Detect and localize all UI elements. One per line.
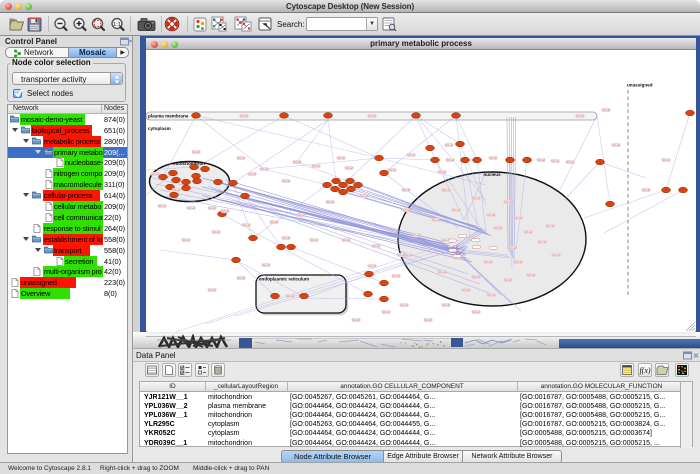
svg-text:Slc6 a8: Slc6 a8 — [286, 296, 294, 298]
svg-text:Slc6 a8: Slc6 a8 — [360, 196, 368, 198]
svg-text:Slc6 a8: Slc6 a8 — [282, 238, 290, 240]
svg-text:Slc6 a8: Slc6 a8 — [472, 312, 480, 314]
svg-text:Slc6 a8: Slc6 a8 — [552, 255, 560, 257]
svg-text:Slc6 a8: Slc6 a8 — [368, 116, 376, 118]
svg-text:Slc6 a8: Slc6 a8 — [612, 145, 620, 147]
svg-text:Slc6 a8: Slc6 a8 — [602, 110, 610, 112]
svg-text:Slc6 a8: Slc6 a8 — [262, 265, 270, 267]
svg-text:Slc6 a8: Slc6 a8 — [270, 222, 278, 224]
svg-text:Slc6 a8: Slc6 a8 — [237, 158, 245, 160]
svg-text:Slc6 a8: Slc6 a8 — [487, 215, 495, 217]
svg-text:Slc6 a8: Slc6 a8 — [158, 206, 166, 208]
svg-text:Slc6 a8: Slc6 a8 — [297, 215, 305, 217]
svg-text:Slc6 a8: Slc6 a8 — [282, 181, 290, 183]
svg-text:Slc6 a8: Slc6 a8 — [546, 226, 554, 228]
svg-text:Slc6 a8: Slc6 a8 — [221, 211, 229, 213]
svg-text:Slc6 a8: Slc6 a8 — [537, 160, 545, 162]
svg-text:Slc6 a8: Slc6 a8 — [504, 202, 512, 204]
svg-text:Slc6 a8: Slc6 a8 — [566, 162, 574, 164]
svg-text:Slc6 a8: Slc6 a8 — [372, 246, 380, 248]
svg-text:Slc6 a8: Slc6 a8 — [212, 232, 220, 234]
svg-text:Slc6 a8: Slc6 a8 — [248, 174, 256, 176]
svg-text:Slc6 a8: Slc6 a8 — [446, 160, 454, 162]
svg-text:Slc6 a8: Slc6 a8 — [452, 210, 460, 212]
svg-text:Slc6 a8: Slc6 a8 — [293, 162, 301, 164]
svg-text:Slc6 a8: Slc6 a8 — [312, 166, 320, 168]
svg-text:Slc6 a8: Slc6 a8 — [472, 277, 480, 279]
svg-text:Slc6 a8: Slc6 a8 — [489, 158, 497, 160]
svg-text:nucleus: nucleus — [483, 172, 501, 177]
svg-text:Slc6 a8: Slc6 a8 — [368, 266, 376, 268]
svg-text:Slc6 a8: Slc6 a8 — [504, 280, 512, 282]
svg-text:Slc6 a8: Slc6 a8 — [438, 172, 446, 174]
svg-text:Slc6 a8: Slc6 a8 — [192, 152, 200, 154]
svg-text:Slc6 a8: Slc6 a8 — [442, 305, 450, 307]
svg-text:Slc6 a8: Slc6 a8 — [662, 160, 670, 162]
svg-text:Slc6 a8: Slc6 a8 — [462, 290, 470, 292]
svg-text:Slc6 a8: Slc6 a8 — [527, 275, 535, 277]
svg-text:Slc6 a8: Slc6 a8 — [382, 312, 390, 314]
svg-text:Slc6 a8: Slc6 a8 — [151, 174, 159, 176]
svg-text:Slc6 a8: Slc6 a8 — [337, 158, 345, 160]
svg-text:Slc6 a8: Slc6 a8 — [352, 320, 360, 322]
svg-text:Slc6 a8: Slc6 a8 — [445, 145, 453, 147]
svg-text:Slc6 a8: Slc6 a8 — [402, 210, 410, 212]
svg-text:Slc6 a8: Slc6 a8 — [494, 228, 502, 230]
svg-text:Slc6 a8: Slc6 a8 — [487, 295, 495, 297]
svg-text:Slc6 a8: Slc6 a8 — [388, 170, 396, 172]
svg-text:Slc6 a8: Slc6 a8 — [237, 278, 245, 280]
svg-text:unassigned: unassigned — [627, 83, 653, 88]
svg-text:cytoplasm: cytoplasm — [148, 126, 171, 131]
svg-text:Slc6 a8: Slc6 a8 — [551, 161, 559, 163]
svg-text:Slc6 a8: Slc6 a8 — [576, 116, 584, 118]
svg-text:Slc6 a8: Slc6 a8 — [345, 168, 353, 170]
svg-text:Slc6 a8: Slc6 a8 — [404, 255, 412, 257]
svg-text:1:1: 1:1 — [113, 22, 121, 28]
svg-text:Slc6 a8: Slc6 a8 — [438, 272, 446, 274]
svg-text:Slc6 a8: Slc6 a8 — [642, 190, 650, 192]
svg-text:Slc6 a8: Slc6 a8 — [172, 190, 180, 192]
svg-text:Slc6 a8: Slc6 a8 — [454, 258, 462, 260]
svg-text:Slc6 a8: Slc6 a8 — [472, 198, 480, 200]
svg-text:mitochondrion: mitochondrion — [173, 161, 205, 166]
svg-text:Slc6 a8: Slc6 a8 — [412, 235, 420, 237]
svg-text:Slc6 a8: Slc6 a8 — [326, 202, 334, 204]
svg-text:Slc6 a8: Slc6 a8 — [508, 248, 516, 250]
svg-text:Slc6 a8: Slc6 a8 — [514, 262, 522, 264]
svg-text:Slc6 a8: Slc6 a8 — [208, 208, 216, 210]
svg-text:Slc6 a8: Slc6 a8 — [240, 116, 248, 118]
svg-text:Slc6 a8: Slc6 a8 — [182, 240, 190, 242]
svg-text:Slc6 a8: Slc6 a8 — [402, 190, 410, 192]
svg-text:Slc6 a8: Slc6 a8 — [524, 232, 532, 234]
svg-text:plasma membrane: plasma membrane — [148, 114, 189, 119]
svg-text:Slc6 a8: Slc6 a8 — [442, 190, 450, 192]
svg-text:f(x): f(x) — [639, 366, 650, 375]
svg-text:Slc6 a8: Slc6 a8 — [538, 242, 546, 244]
svg-text:Slc6 a8: Slc6 a8 — [514, 218, 522, 220]
svg-text:Slc6 a8: Slc6 a8 — [260, 169, 268, 171]
svg-text:Slc6 a8: Slc6 a8 — [407, 155, 415, 157]
svg-text:Slc6 a8: Slc6 a8 — [187, 208, 195, 210]
svg-text:Slc6 a8: Slc6 a8 — [400, 305, 408, 307]
svg-text:endoplasmic reticulum: endoplasmic reticulum — [259, 277, 309, 282]
svg-text:Slc6 a8: Slc6 a8 — [432, 220, 440, 222]
svg-text:Slc6 a8: Slc6 a8 — [392, 276, 400, 278]
svg-text:Slc6 a8: Slc6 a8 — [342, 240, 350, 242]
svg-text:Slc6 a8: Slc6 a8 — [310, 240, 318, 242]
svg-text:Slc6 a8: Slc6 a8 — [242, 225, 250, 227]
svg-text:Slc6 a8: Slc6 a8 — [424, 320, 432, 322]
svg-text:Slc6 a8: Slc6 a8 — [208, 290, 216, 292]
svg-text:Slc6 a8: Slc6 a8 — [484, 262, 492, 264]
